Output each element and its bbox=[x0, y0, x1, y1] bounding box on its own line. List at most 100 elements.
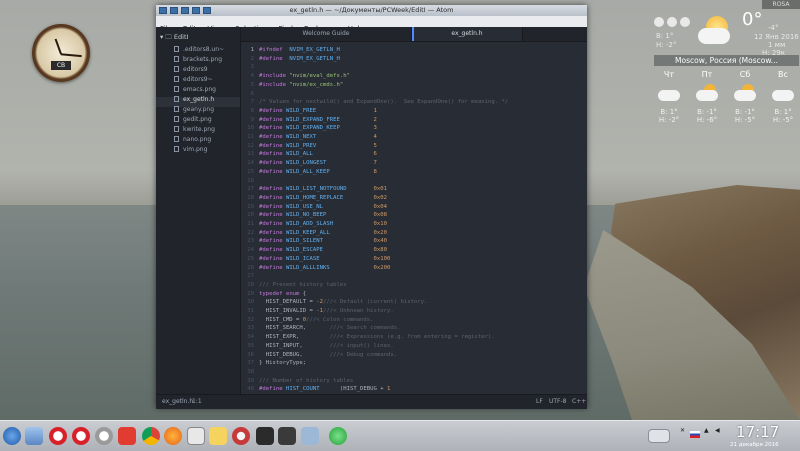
code-line[interactable]: 14 #define WILD_LONGEST 7 bbox=[241, 159, 587, 168]
code-text: #define WILD_ESCAPE 0x80 bbox=[259, 246, 387, 255]
tree-item[interactable]: brackets.png bbox=[174, 56, 222, 63]
code-line[interactable]: 30 HIST_DEFAULT = -2///< Default (curren… bbox=[241, 298, 587, 307]
code-line[interactable]: 29 typedef enum { bbox=[241, 290, 587, 299]
opera-beta-icon[interactable] bbox=[72, 427, 90, 445]
tree-root[interactable]: ▾ 🗀 EditI bbox=[160, 33, 188, 44]
status-cursor[interactable]: 1:1 bbox=[192, 395, 202, 409]
weather-city[interactable]: Moscow, Россия (Moscow... bbox=[654, 55, 799, 66]
line-number: 2 bbox=[250, 55, 254, 62]
terminal-icon[interactable] bbox=[256, 427, 274, 445]
green-app-icon[interactable] bbox=[329, 427, 347, 445]
code-line[interactable]: 26 #define WILD_ALLLINKS 0x200 bbox=[241, 264, 587, 273]
code-line[interactable]: 3 bbox=[241, 63, 587, 72]
status-line-ending[interactable]: LF bbox=[536, 395, 543, 409]
line-number: 6 bbox=[250, 90, 254, 97]
network-icon[interactable]: ▲ bbox=[704, 427, 709, 434]
code-line[interactable]: 17 #define WILD_LIST_NOTFOUND 0x01 bbox=[241, 185, 587, 194]
code-token: HIST_CMD = bbox=[259, 316, 303, 323]
virtual-machine-icon[interactable] bbox=[301, 427, 319, 445]
code-token: #define bbox=[259, 212, 283, 219]
code-line[interactable]: 19 #define WILD_USE_NL 0x04 bbox=[241, 203, 587, 212]
tab-welcome-guide[interactable]: Welcome Guide bbox=[241, 27, 411, 41]
code-line[interactable]: 33 HIST_SEARCH, ///< Search commands. bbox=[241, 324, 587, 333]
notification-icon[interactable] bbox=[648, 429, 670, 443]
file-manager-icon[interactable] bbox=[25, 427, 43, 445]
close-tray-icon[interactable]: ✕ bbox=[680, 427, 685, 434]
code-line[interactable]: 6 bbox=[241, 90, 587, 99]
code-line[interactable]: 35 HIST_INPUT, ///< input() lines. bbox=[241, 342, 587, 351]
system-monitor-icon[interactable] bbox=[278, 427, 296, 445]
code-token: WILD_EXPAND_KEEP bbox=[285, 125, 340, 132]
code-editor[interactable]: 1 #ifndef NVIM_EX_GETLN_H 2 #define NVIM_EX… bbox=[241, 42, 587, 394]
code-token: "nvim/eval_defs.h" bbox=[289, 73, 350, 80]
code-line[interactable]: 21 #define WILD_ADD_SLASH 0x10 bbox=[241, 220, 587, 229]
code-line[interactable]: 15 #define WILD_ALL_KEEP 8 bbox=[241, 168, 587, 177]
code-line[interactable]: 37} HistoryType; bbox=[241, 359, 587, 368]
status-encoding[interactable]: UTF-8 bbox=[549, 395, 567, 409]
code-line[interactable]: 22 #define WILD_KEEP_ALL 0x20 bbox=[241, 229, 587, 238]
code-line[interactable]: 40 #define HIST_COUNT (HIST_DEBUG + 1 bbox=[241, 385, 587, 394]
opera-icon[interactable] bbox=[49, 427, 67, 445]
code-line[interactable]: 8 #define WILD_FREE 1 bbox=[241, 107, 587, 116]
code-line[interactable]: 1 #ifndef NVIM_EX_GETLN_H bbox=[241, 46, 587, 55]
tree-item-selected[interactable]: ex_getln.h bbox=[174, 96, 214, 103]
code-line[interactable]: 28 /// Present history tables bbox=[241, 281, 587, 290]
code-text: HIST_CMD = 0///< Colon commands. bbox=[259, 316, 374, 325]
code-token: #define bbox=[259, 255, 283, 262]
code-line[interactable]: 38 bbox=[241, 368, 587, 377]
tree-item[interactable]: emacs.png bbox=[174, 86, 216, 93]
code-line[interactable]: 27 bbox=[241, 272, 587, 281]
code-line[interactable]: 32 HIST_CMD = 0///< Colon commands. bbox=[241, 316, 587, 325]
chrome-icon[interactable] bbox=[142, 427, 160, 445]
file-icon bbox=[174, 146, 179, 152]
vivaldi-icon[interactable] bbox=[118, 427, 136, 445]
partly-cloudy-icon bbox=[690, 82, 724, 104]
tree-item[interactable]: vim.png bbox=[174, 146, 207, 153]
code-line[interactable]: 4 #include "nvim/eval_defs.h" bbox=[241, 72, 587, 81]
code-token: 0x08 bbox=[373, 212, 388, 219]
status-file[interactable]: ex_getln.h bbox=[162, 395, 193, 409]
code-line[interactable]: 36 HIST_DEBUG, ///< Debug commands. bbox=[241, 351, 587, 360]
forecast-icons bbox=[652, 82, 800, 104]
atom-icon[interactable] bbox=[187, 427, 205, 445]
code-line[interactable]: 23 #define WILD_SILENT 0x40 bbox=[241, 237, 587, 246]
code-line[interactable]: 2 #define NVIM_EX_GETLN_H bbox=[241, 55, 587, 64]
tree-item[interactable]: nano.png bbox=[174, 136, 211, 143]
code-line[interactable]: 5 #include "nvim/ex_cmds.h" bbox=[241, 81, 587, 90]
partly-cloudy-icon bbox=[698, 16, 736, 46]
code-token: { bbox=[299, 290, 307, 297]
code-token: 0x200 bbox=[373, 264, 391, 271]
code-line[interactable]: 20 #define WILD_NO_BEEP 0x08 bbox=[241, 211, 587, 220]
weather-widget-controls[interactable] bbox=[654, 12, 698, 27]
notes-icon[interactable] bbox=[232, 427, 250, 445]
code-line[interactable]: 24 #define WILD_ESCAPE 0x80 bbox=[241, 246, 587, 255]
tree-item[interactable]: editors9~ bbox=[174, 76, 213, 83]
tree-item[interactable]: editors9 bbox=[174, 66, 208, 73]
keyboard-layout-flag-icon[interactable] bbox=[690, 431, 700, 438]
taskbar-clock[interactable]: 17:17 bbox=[736, 423, 779, 441]
app-menu-icon[interactable] bbox=[3, 427, 21, 445]
firefox-icon[interactable] bbox=[164, 427, 182, 445]
code-line[interactable]: 16 bbox=[241, 177, 587, 186]
code-line[interactable]: 7 /* Values for nextwild() and ExpandOne(… bbox=[241, 98, 587, 107]
opera-dev-icon[interactable] bbox=[95, 427, 113, 445]
window-titlebar[interactable]: ex_getln.h — ~/Документы/PCWeek/EditI — … bbox=[156, 5, 587, 16]
volume-icon[interactable]: ◀ bbox=[715, 427, 720, 434]
tab-ex-getln[interactable]: ex_getln.h bbox=[411, 27, 523, 41]
tree-item[interactable]: .editors8.un~ bbox=[174, 46, 224, 53]
code-line[interactable]: 31 HIST_INVALID = -1///< Unknown history… bbox=[241, 307, 587, 316]
code-line[interactable]: 34 HIST_EXPR, ///< Expressions (e.g. fro… bbox=[241, 333, 587, 342]
code-line[interactable]: 13 #define WILD_ALL 6 bbox=[241, 150, 587, 159]
code-line[interactable]: 12 #define WILD_PREV 5 bbox=[241, 142, 587, 151]
code-line[interactable]: 10 #define WILD_EXPAND_KEEP 3 bbox=[241, 124, 587, 133]
status-grammar[interactable]: C++ bbox=[572, 395, 586, 409]
tree-item[interactable]: gedit.png bbox=[174, 116, 212, 123]
code-line[interactable]: 25 #define WILD_ICASE 0x100 bbox=[241, 255, 587, 264]
code-line[interactable]: 9 #define WILD_EXPAND_FREE 2 bbox=[241, 116, 587, 125]
code-line[interactable]: 39 /// Number of history tables bbox=[241, 377, 587, 386]
text-editor-icon[interactable] bbox=[209, 427, 227, 445]
tree-item[interactable]: geany.png bbox=[174, 106, 214, 113]
code-line[interactable]: 18 #define WILD_HOME_REPLACE 0x02 bbox=[241, 194, 587, 203]
tree-item[interactable]: kwrite.png bbox=[174, 126, 215, 133]
code-line[interactable]: 11 #define WILD_NEXT 4 bbox=[241, 133, 587, 142]
